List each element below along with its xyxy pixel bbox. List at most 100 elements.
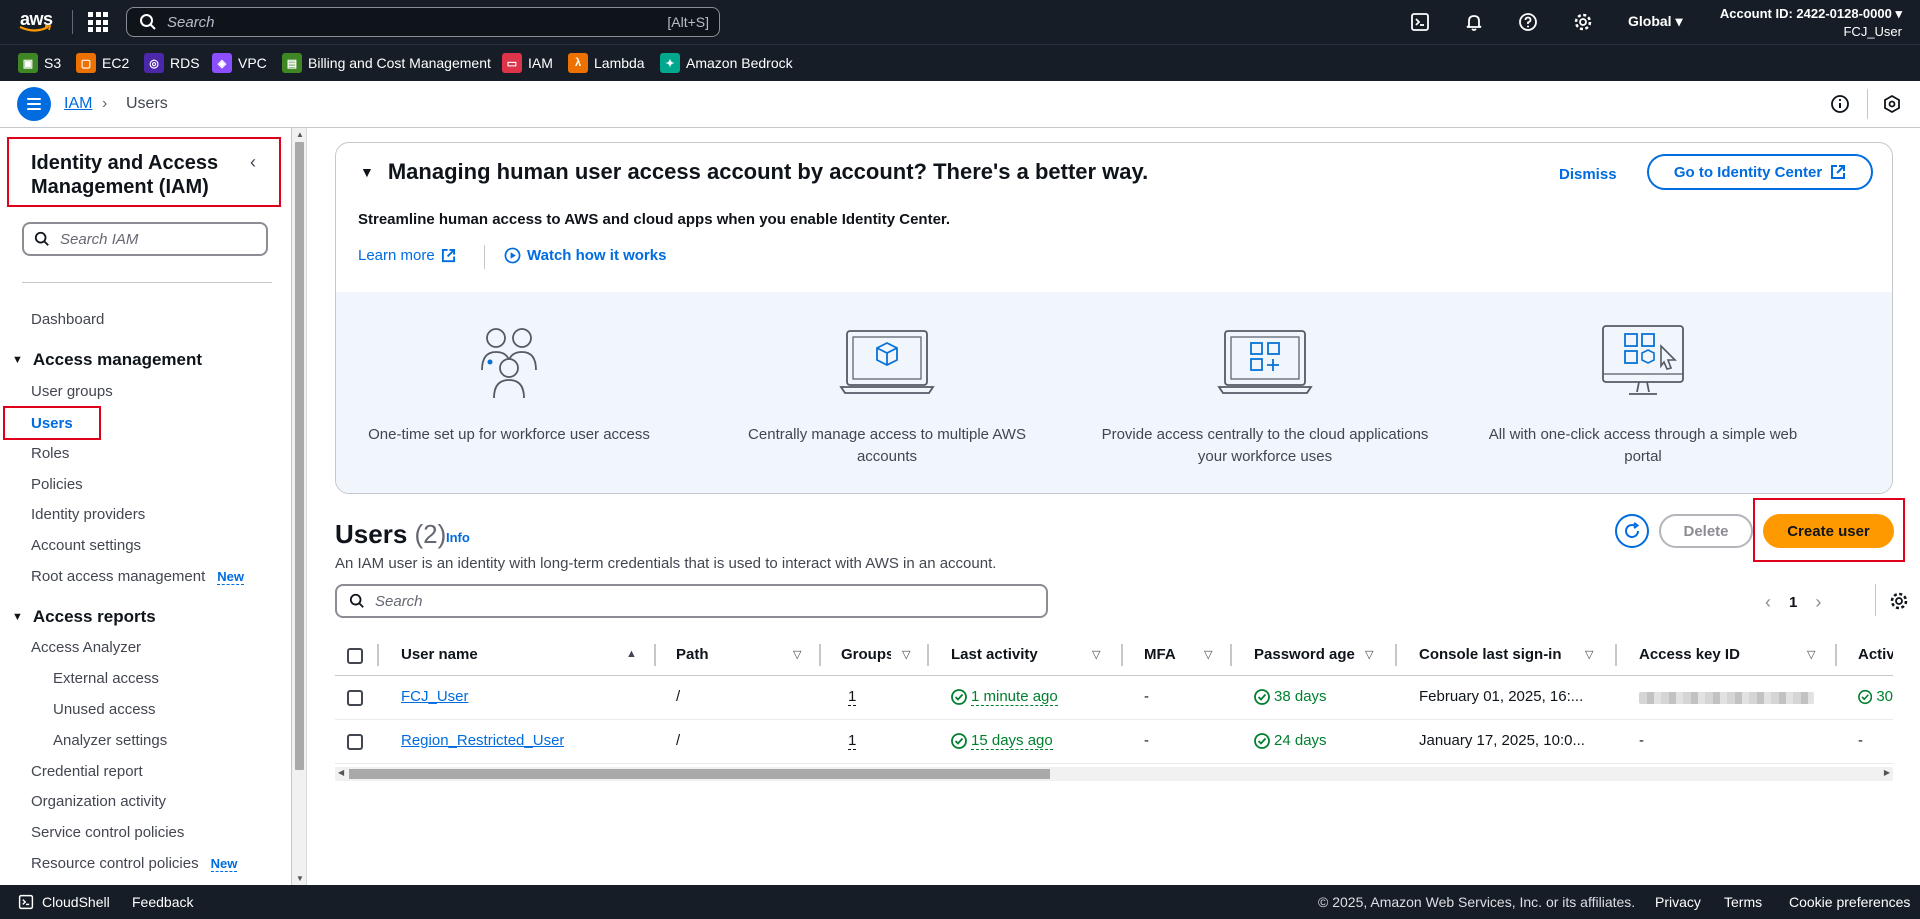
cell-groups[interactable]: 1 (848, 732, 857, 750)
column-active[interactable]: Active (1858, 646, 1893, 663)
sidebar-item-users[interactable]: Users (3, 406, 101, 440)
sort-ascending-icon[interactable]: ▲ (626, 648, 637, 660)
scroll-left-icon[interactable]: ◀ (338, 768, 344, 777)
sidebar-section-access-management[interactable]: ▼ Access management (12, 350, 202, 370)
hexagon-settings-icon[interactable] (1882, 94, 1902, 114)
menu-toggle-button[interactable] (17, 87, 51, 121)
sidebar-item-credential-report[interactable]: Credential report (31, 763, 143, 780)
cookie-preferences-link[interactable]: Cookie preferences (1789, 894, 1910, 910)
favorite-s3[interactable]: ▣ S3 (18, 53, 61, 73)
user-name-link[interactable]: FCJ_User (401, 688, 469, 705)
sort-icon[interactable]: ▽ (1204, 648, 1212, 661)
sidebar-item-external-access[interactable]: External access (53, 670, 159, 687)
sidebar-item-policies[interactable]: Policies (31, 476, 83, 493)
cell-last-activity[interactable]: 15 days ago (951, 732, 1053, 750)
users-search[interactable] (335, 584, 1048, 618)
favorite-ec2[interactable]: ▢ EC2 (76, 53, 129, 73)
column-password-age[interactable]: Password age (1254, 646, 1355, 663)
column-user-name[interactable]: User name (401, 646, 478, 663)
cloudshell-icon[interactable] (1410, 12, 1430, 32)
sidebar-item-roles[interactable]: Roles (31, 445, 69, 462)
sort-icon[interactable]: ▽ (1807, 648, 1815, 661)
sort-icon[interactable]: ▽ (1365, 648, 1373, 661)
cloudshell-button[interactable]: CloudShell (18, 894, 110, 910)
sidebar-item-root-access-management[interactable]: Root access management New (31, 568, 244, 585)
row-checkbox[interactable] (347, 734, 363, 750)
table-row[interactable]: FCJ_User / 1 1 minute ago - 38 days Febr… (335, 676, 1893, 720)
delete-button[interactable]: Delete (1659, 514, 1753, 548)
learn-more-link[interactable]: Learn more (358, 247, 456, 264)
sidebar-item-dashboard[interactable]: Dashboard (31, 311, 104, 328)
column-mfa[interactable]: MFA (1144, 646, 1176, 663)
select-all-checkbox[interactable] (347, 648, 363, 664)
favorite-lambda[interactable]: λ Lambda (568, 53, 645, 73)
sidebar-item-account-settings[interactable]: Account settings (31, 537, 141, 554)
table-settings-gear-icon[interactable] (1889, 591, 1909, 611)
column-groups[interactable]: Groups (841, 646, 891, 663)
info-link[interactable]: Info (446, 530, 470, 545)
sidebar-item-access-analyzer[interactable]: Access Analyzer (31, 639, 141, 656)
favorite-iam[interactable]: ▭ IAM (502, 53, 553, 73)
scrollbar-thumb[interactable] (349, 769, 1050, 779)
favorite-bedrock[interactable]: ✦ Amazon Bedrock (660, 53, 793, 73)
previous-page-icon[interactable]: ‹ (1765, 592, 1771, 613)
table-horizontal-scrollbar[interactable]: ◀ ▶ (335, 767, 1893, 781)
sidebar-search[interactable] (22, 222, 268, 256)
breadcrumb-iam[interactable]: IAM (64, 95, 92, 113)
chevron-left-icon[interactable]: ‹ (250, 152, 256, 173)
region-selector[interactable]: Global ▾ (1628, 13, 1682, 30)
users-search-input[interactable] (375, 592, 975, 610)
sidebar-item-organization-activity[interactable]: Organization activity (31, 793, 166, 810)
watch-video-link[interactable]: Watch how it works (504, 247, 666, 264)
create-user-button[interactable]: Create user (1763, 514, 1894, 548)
terms-link[interactable]: Terms (1724, 894, 1762, 910)
favorite-vpc[interactable]: ◈ VPC (212, 53, 267, 73)
sidebar-item-resource-control-policies[interactable]: Resource control policies New (31, 855, 238, 872)
global-search-input[interactable] (167, 13, 627, 31)
table-row[interactable]: Region_Restricted_User / 1 15 days ago -… (335, 720, 1893, 764)
scroll-right-icon[interactable]: ▶ (1884, 768, 1890, 777)
aws-logo[interactable]: aws (18, 7, 54, 37)
sidebar-item-service-control-policies[interactable]: Service control policies (31, 824, 184, 841)
column-path[interactable]: Path (676, 646, 709, 663)
favorite-rds[interactable]: ◎ RDS (144, 53, 200, 73)
sidebar-scrollbar[interactable]: ▲ ▼ (292, 128, 307, 885)
info-icon[interactable] (1830, 94, 1850, 114)
dismiss-button[interactable]: Dismiss (1559, 166, 1617, 183)
bell-icon[interactable] (1464, 12, 1484, 32)
gear-icon[interactable] (1573, 12, 1593, 32)
sidebar-item-user-groups[interactable]: User groups (31, 383, 113, 400)
column-console-sign-in[interactable]: Console last sign-in (1419, 646, 1562, 663)
sort-icon[interactable]: ▽ (1585, 648, 1593, 661)
scroll-down-icon[interactable]: ▼ (296, 874, 304, 883)
favorite-billing[interactable]: ▤ Billing and Cost Management (282, 53, 491, 73)
sidebar-search-input[interactable] (60, 230, 250, 248)
column-access-key-id[interactable]: Access key ID (1639, 646, 1740, 663)
global-search[interactable]: [Alt+S] (126, 7, 720, 37)
sidebar-item-unused-access[interactable]: Unused access (53, 701, 156, 718)
help-icon[interactable] (1518, 12, 1538, 32)
current-page[interactable]: 1 (1789, 594, 1797, 611)
privacy-link[interactable]: Privacy (1655, 894, 1701, 910)
cell-groups[interactable]: 1 (848, 688, 857, 706)
column-last-activity[interactable]: Last activity (951, 646, 1038, 663)
next-page-icon[interactable]: › (1815, 592, 1821, 613)
sidebar-section-access-reports[interactable]: ▼ Access reports (12, 607, 156, 627)
sort-icon[interactable]: ▽ (1092, 648, 1100, 661)
feedback-link[interactable]: Feedback (132, 894, 193, 910)
go-to-identity-center-button[interactable]: Go to Identity Center (1647, 154, 1873, 190)
cell-last-activity[interactable]: 1 minute ago (951, 688, 1058, 706)
row-checkbox[interactable] (347, 690, 363, 706)
sidebar-title[interactable]: Identity and Access Management (IAM) (7, 137, 281, 207)
scrollbar-thumb[interactable] (295, 142, 304, 770)
refresh-button[interactable] (1615, 514, 1649, 548)
services-grid-icon[interactable] (88, 12, 108, 32)
sort-icon[interactable]: ▽ (902, 648, 910, 661)
sort-icon[interactable]: ▽ (793, 648, 801, 661)
account-menu[interactable]: Account ID: 2422-0128-0000 ▾ FCJ_User (1720, 5, 1902, 41)
user-name-link[interactable]: Region_Restricted_User (401, 732, 564, 749)
sidebar-item-analyzer-settings[interactable]: Analyzer settings (53, 732, 167, 749)
scroll-up-icon[interactable]: ▲ (296, 130, 304, 139)
sidebar-item-identity-providers[interactable]: Identity providers (31, 506, 145, 523)
banner-heading[interactable]: ▼ Managing human user access account by a… (360, 159, 1148, 185)
